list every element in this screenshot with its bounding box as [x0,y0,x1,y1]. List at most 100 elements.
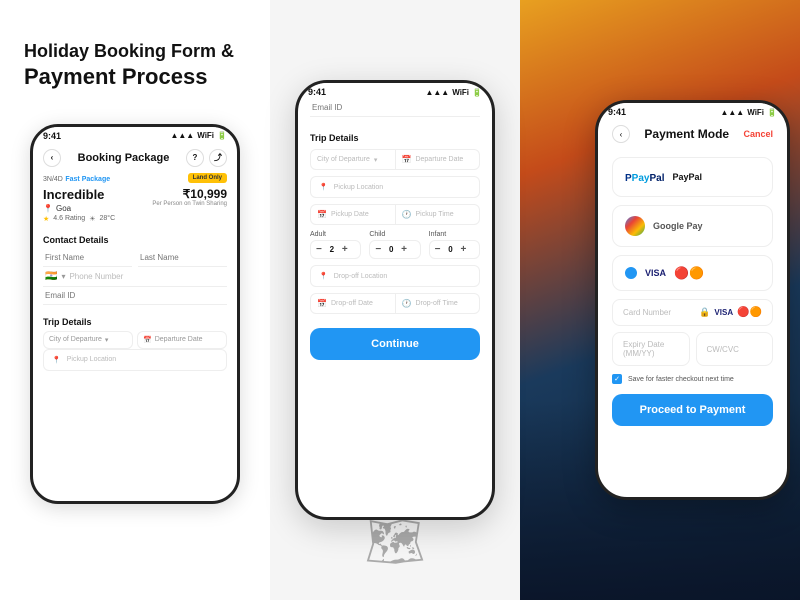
city-departure-select[interactable]: City of Departure ▾ [43,331,133,349]
departure-date-field[interactable]: 📅 Departure Date [396,150,480,169]
save-checkbox[interactable] [612,374,622,384]
wifi-icon-3: WiFi [747,108,764,117]
city-departure-field[interactable]: City of Departure ▾ [311,150,396,169]
payment-header: ‹ Payment Mode Cancel [612,119,773,149]
title-section: Holiday Booking Form & Payment Process [24,40,246,92]
status-icons-3: ▲▲▲ WiFi 🔋 [720,108,777,117]
wifi-icon: WiFi [197,131,214,140]
star-icon: ★ [43,215,49,223]
dropdown-icon: ▾ [105,336,109,344]
dropoff-text: Drop-off Location [334,273,388,280]
pickup-time-group: 📅 Pickup Date 🕐 Pickup Time [310,204,480,225]
first-name-field[interactable] [43,249,132,267]
infant-minus[interactable]: − [435,244,441,255]
mc-card-icon: 🔴🟠 [737,307,762,318]
price-display: ₹10,999 [152,187,227,201]
contact-section-label: Contact Details [43,235,227,245]
date-text: Departure Date [415,156,463,163]
right-section: 9:41 ▲▲▲ WiFi 🔋 ‹ Payment Mode Cancel PP… [520,0,800,600]
status-icons-2: ▲▲▲ WiFi 🔋 [425,88,482,97]
departure-date-select[interactable]: 📅 Departure Date [137,331,227,349]
chevron-icon: ▾ [61,272,65,281]
location-pin-icon: 📍 [43,204,53,213]
last-name-field[interactable] [138,249,227,267]
email-field-1[interactable] [43,287,227,305]
location-row: 📍 Goa [43,204,115,213]
pin-icon-3: 📍 [319,272,328,280]
cancel-button[interactable]: Cancel [743,129,773,139]
paypal-option[interactable]: PPayPal PayPal [612,157,773,197]
status-icons-1: ▲▲▲ WiFi 🔋 [170,131,227,140]
adult-plus[interactable]: + [342,244,348,255]
dropoff-time-text: Drop-off Time [415,300,457,307]
infant-value: 0 [445,245,457,254]
pickup-date-field[interactable]: 📅 Pickup Date [311,205,396,224]
pickup-location-input[interactable]: 📍 Pickup Location [310,176,480,198]
dropoff-date-text: Drop-off Date [331,300,373,307]
left-panel: Holiday Booking Form & Payment Process 9… [0,0,270,600]
phone-content-1: ‹ Booking Package ? ⤴ 3N/4D Fast Package… [33,143,237,469]
visa-card-icon: VISA [714,308,733,317]
status-bar-2: 9:41 ▲▲▲ WiFi 🔋 [298,83,492,99]
continue-button[interactable]: Continue [310,328,480,360]
adult-counter: Adult − 2 + [310,231,361,259]
calendar-icon-2: 📅 [402,155,412,164]
package-tag: Fast Package [65,176,110,183]
phone-placeholder: Phone Number [69,272,123,281]
signal-icon-3: ▲▲▲ [720,108,744,117]
paypal-label: PayPal [672,172,702,182]
title-line2: Payment Process [24,63,246,92]
price-subtitle: Per Person on Twin Sharing [152,201,227,207]
child-plus[interactable]: + [401,244,407,255]
child-minus[interactable]: − [375,244,381,255]
calendar-icon-3: 📅 [317,210,327,219]
adult-value: 2 [326,245,338,254]
flag-icon: 🇮🇳 [45,271,57,282]
title-line1: Holiday Booking Form & [24,40,246,63]
date-label: Departure Date [155,336,203,343]
proceed-to-payment-button[interactable]: Proceed to Payment [612,394,773,426]
phone-field-row: 🇮🇳 ▾ Phone Number [43,267,227,287]
dropoff-date-field[interactable]: 📅 Drop-off Date [311,294,396,313]
card-number-field[interactable]: Card Number 🔒 VISA 🔴🟠 [612,299,773,326]
pickup-time-field[interactable]: 🕐 Pickup Time [396,205,480,224]
trip-section-label: Trip Details [43,317,227,327]
back-button-1[interactable]: ‹ [43,149,61,167]
time-2: 9:41 [308,87,326,97]
nav-row-1: ‹ Booking Package ? ⤴ [43,143,227,173]
middle-section: 🗺 9:41 ▲▲▲ WiFi 🔋 Trip Details City of D… [270,0,520,600]
infant-plus[interactable]: + [461,244,467,255]
paypal-logo: PPayPal [625,168,664,186]
city-label: City of Departure [49,336,102,343]
middle-phone-content: Trip Details City of Departure ▾ 📅 Depar… [298,99,492,360]
share-button-1[interactable]: ⤴ [209,149,227,167]
dropoff-time-group: 📅 Drop-off Date 🕐 Drop-off Time [310,293,480,314]
infant-ctrl: − 0 + [429,240,480,259]
dropoff-location-input[interactable]: 📍 Drop-off Location [310,265,480,287]
passenger-counter-row: Adult − 2 + Child − 0 + [310,231,480,259]
dropoff-time-field[interactable]: 🕐 Drop-off Time [396,294,480,313]
adult-ctrl: − 2 + [310,240,361,259]
temperature: 28°C [99,215,115,222]
clock-icon: 🕐 [402,210,412,219]
payment-title: Payment Mode [644,127,729,141]
child-counter: Child − 0 + [369,231,420,259]
back-button-3[interactable]: ‹ [612,125,630,143]
pickup-location-field[interactable]: 📍 Pickup Location [43,349,227,371]
adult-minus[interactable]: − [316,244,322,255]
card-option[interactable]: VISA 🔴🟠 [612,255,773,291]
gpay-option[interactable]: Google Pay [612,205,773,247]
temp-text: ☀ [89,215,95,223]
cvc-field[interactable]: CW/CVC [696,332,774,366]
info-button-1[interactable]: ? [186,149,204,167]
name-row [43,249,227,267]
time-3: 9:41 [608,107,626,117]
expiry-field[interactable]: Expiry Date (MM/YY) [612,332,690,366]
pickup-date-text: Pickup Date [331,211,369,218]
email-field-2[interactable] [310,99,480,117]
adult-label: Adult [310,231,361,238]
expiry-placeholder: Expiry Date (MM/YY) [623,340,679,358]
pin-icon-2: 📍 [319,183,328,191]
infant-label: Infant [429,231,480,238]
lock-icon: 🔒 [699,307,710,318]
